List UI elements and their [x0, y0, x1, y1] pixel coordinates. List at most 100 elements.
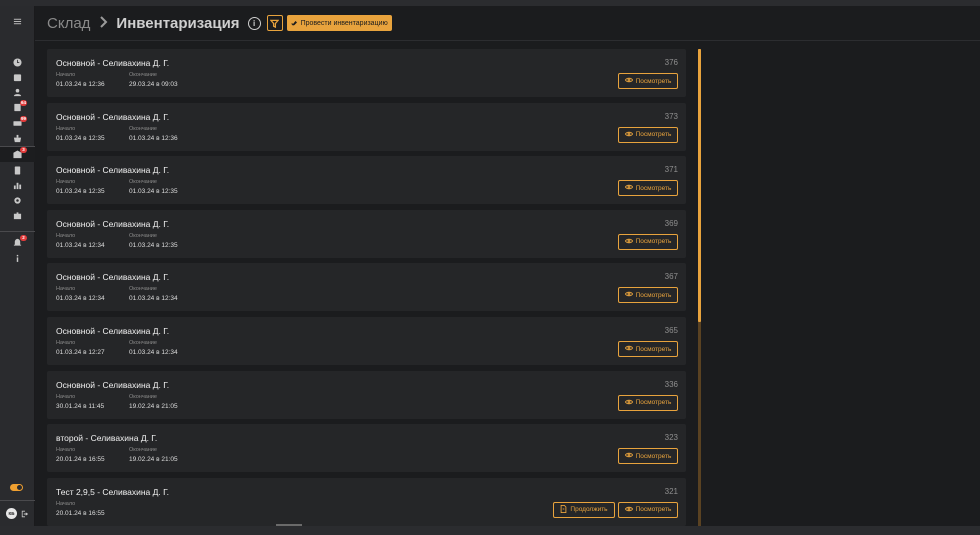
menu-icon[interactable] — [0, 14, 35, 28]
inventory-number: 369 — [664, 218, 678, 228]
end-value: 01.03.24 в 12:34 — [129, 295, 178, 303]
warehouse-badge: 3 — [20, 147, 27, 153]
start-label: Начало — [56, 393, 76, 400]
breadcrumb-root[interactable]: Склад — [47, 15, 90, 32]
start-value: 30.01.24 в 11:45 — [56, 402, 105, 410]
start-value: 01.03.24 в 12:34 — [56, 295, 105, 303]
inventory-card: Основной - Селивахина Д. Г. 371 Начало 01.0… — [47, 156, 686, 205]
document-icon — [560, 504, 567, 515]
inventory-number: 321 — [664, 486, 678, 496]
view-button[interactable]: Посмотреть — [618, 394, 678, 411]
inventory-card: второй - Селивахина Д. Г. 323 Начало 20.01.… — [47, 424, 686, 473]
eye-icon — [624, 452, 633, 460]
conduct-inventory-button[interactable]: Провести инвентаризацию — [286, 15, 392, 31]
start-value: 01.03.24 в 12:35 — [56, 134, 105, 142]
documents-icon[interactable]: 64 — [0, 100, 35, 114]
inventory-title: Тест 2,9,5 - Селивахина Д. Г. — [56, 486, 170, 497]
inventory-number: 323 — [664, 433, 678, 443]
view-button[interactable]: Посмотреть — [618, 73, 678, 89]
inventory-card: Основной - Селивахина Д. Г. 365 Начало 01.0… — [47, 317, 686, 365]
start-label: Начало — [56, 340, 76, 346]
eye-icon — [624, 131, 633, 139]
bar-chart-icon[interactable] — [0, 178, 35, 192]
inventory-number: 367 — [664, 272, 678, 282]
view-button[interactable]: Посмотреть — [618, 233, 678, 250]
gear-icon[interactable] — [0, 193, 35, 207]
start-value: 01.03.24 в 12:34 — [56, 241, 105, 249]
view-label: Посмотреть — [635, 238, 672, 246]
user-panel: КБ — [0, 500, 35, 526]
end-value: 01.03.24 в 12:35 — [129, 241, 178, 249]
inventory-card: Основной - Селивахина Д. Г. 367 Начало 01.0… — [47, 263, 686, 312]
view-button[interactable]: Посмотреть — [618, 126, 678, 143]
inventory-card: Основной - Селивахина Д. Г. 373 Начало 01.0… — [47, 102, 686, 151]
logout-icon[interactable] — [21, 505, 29, 523]
start-label: Начало — [56, 500, 76, 507]
inventory-number: 373 — [664, 111, 678, 121]
calendar-icon[interactable] — [0, 70, 35, 84]
view-button[interactable]: Посмотреть — [618, 341, 678, 357]
end-value: 01.03.24 в 12:34 — [129, 349, 178, 356]
continue-button[interactable]: Продолжить — [553, 501, 615, 518]
theme-toggle[interactable] — [10, 484, 23, 491]
eye-icon — [624, 184, 633, 192]
view-label: Посмотреть — [635, 506, 672, 514]
documents-badge: 64 — [20, 100, 28, 106]
inventory-title: Основной - Селивахина Д. Г. — [56, 58, 170, 68]
start-label: Начало — [56, 72, 76, 78]
inventory-title: Основной - Селивахина Д. Г. — [56, 111, 170, 122]
inventory-card: Основной - Селивахина Д. Г. 369 Начало 01.0… — [47, 209, 686, 258]
scrollbar-thumb[interactable] — [698, 49, 701, 322]
cash-register-icon[interactable]: 99 — [0, 116, 35, 130]
page-header: Склад Инвентаризация i Провести инвентар… — [35, 6, 980, 41]
puzzle-icon[interactable] — [0, 208, 35, 222]
avatar[interactable]: КБ — [6, 508, 17, 519]
clock-icon[interactable] — [0, 55, 35, 69]
end-value: 19.02.24 в 21:05 — [129, 456, 178, 464]
start-label: Начало — [56, 125, 76, 132]
inventory-title: Основной - Селивахина Д. Г. — [56, 272, 170, 283]
filter-button[interactable] — [266, 15, 283, 31]
view-button[interactable]: Посмотреть — [618, 180, 678, 197]
calculator-icon[interactable] — [0, 163, 35, 177]
chevron-right-icon — [98, 15, 108, 32]
view-label: Посмотреть — [635, 291, 672, 299]
warehouse-icon[interactable]: 3 — [0, 147, 35, 162]
inventory-title: Основной - Селивахина Д. Г. — [56, 165, 170, 176]
notifications-badge: 2 — [20, 235, 27, 241]
users-icon[interactable] — [0, 85, 35, 99]
end-label: Окончание — [129, 232, 157, 239]
start-value: 01.03.24 в 12:35 — [56, 188, 105, 196]
end-value: 19.02.24 в 21:05 — [129, 402, 178, 410]
info-circle-icon[interactable]: i — [247, 16, 261, 30]
eye-icon — [624, 238, 633, 246]
start-value: 01.03.24 в 12:36 — [56, 81, 105, 88]
inventory-number: 376 — [664, 58, 678, 67]
inventory-title: Основной - Селивахина Д. Г. — [56, 218, 170, 229]
page-title: Инвентаризация — [116, 14, 240, 32]
bell-icon[interactable]: 2 — [0, 235, 35, 249]
inventory-title: Основной - Селивахина Д. Г. — [56, 326, 170, 336]
end-value: 01.03.24 в 12:36 — [129, 134, 178, 142]
start-value: 01.03.24 в 12:27 — [56, 349, 105, 356]
view-button[interactable]: Посмотреть — [618, 287, 678, 304]
view-label: Посмотреть — [635, 77, 672, 85]
double-check-icon — [290, 20, 297, 26]
inventory-title: второй - Селивахина Д. Г. — [56, 433, 158, 444]
inventory-card: Основной - Селивахина Д. Г. 336 Начало 30.0… — [47, 370, 686, 419]
eye-icon — [624, 506, 633, 514]
info-icon[interactable] — [0, 251, 35, 265]
inventory-number: 336 — [664, 379, 678, 389]
end-label: Окончание — [129, 179, 157, 186]
view-button[interactable]: Посмотреть — [618, 501, 678, 518]
start-label: Начало — [56, 286, 76, 293]
start-label: Начало — [56, 179, 76, 186]
start-label: Начало — [56, 447, 76, 454]
filter-icon — [270, 19, 280, 28]
basket-icon[interactable] — [0, 131, 35, 145]
view-button[interactable]: Посмотреть — [618, 448, 678, 465]
end-value: 01.03.24 в 12:35 — [129, 188, 178, 196]
eye-icon — [624, 77, 633, 85]
view-label: Посмотреть — [635, 131, 672, 139]
conduct-inventory-label: Провести инвентаризацию — [300, 19, 388, 27]
